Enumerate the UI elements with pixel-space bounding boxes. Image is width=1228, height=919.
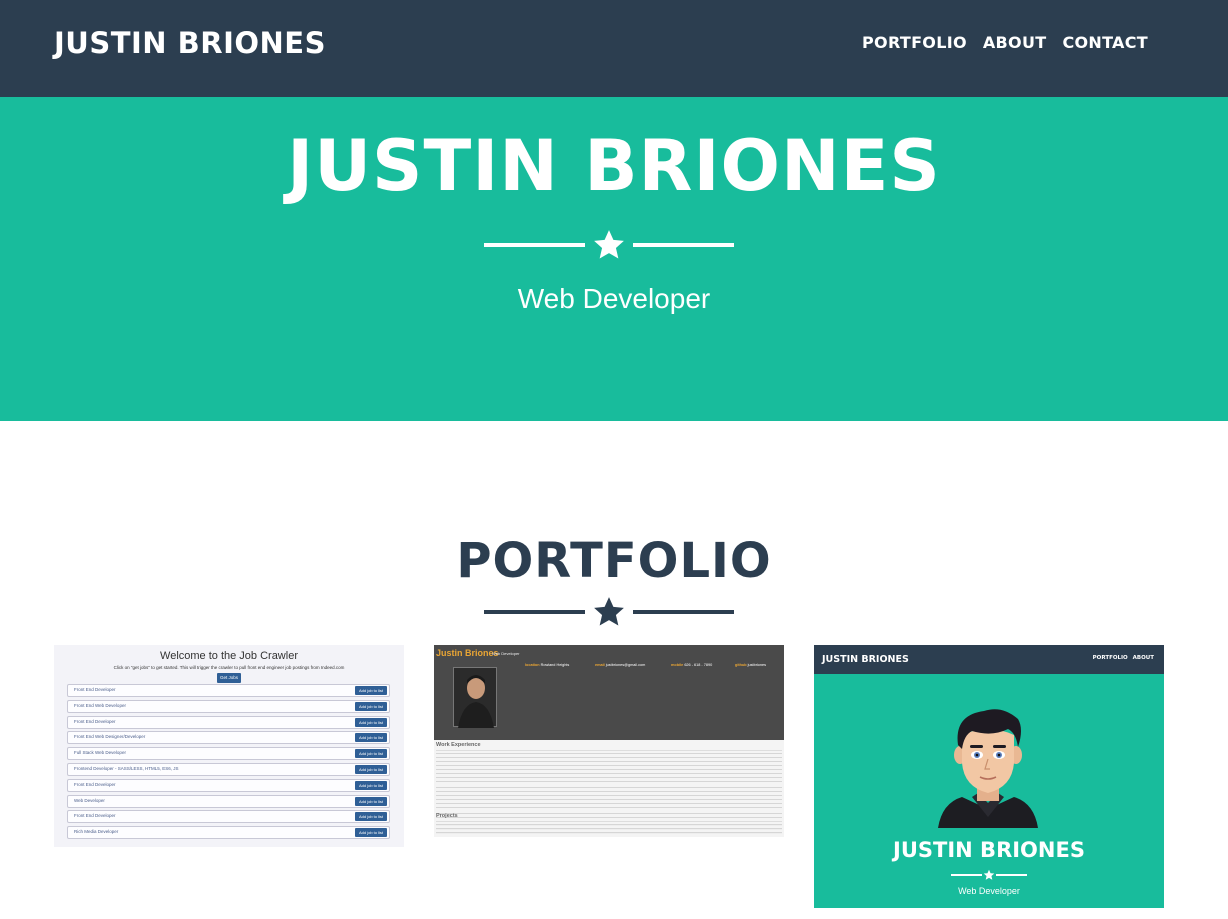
mini-site-subtitle: Web Developer <box>958 886 1020 896</box>
info-value: justbriones <box>747 663 767 667</box>
portfolio-item-job-crawler[interactable]: Welcome to the Job Crawler Click on "get… <box>54 645 404 847</box>
resume-projects-heading: Projects <box>436 813 458 819</box>
hero-star-divider <box>484 228 734 262</box>
portfolio-heading: PORTFOLIO <box>456 533 772 589</box>
divider-line-left <box>951 874 982 876</box>
portfolio-star-divider <box>484 595 734 629</box>
mini-site-brand: JUSTIN BRIONES <box>822 654 909 665</box>
resume-header: Justin Briones Web Developer location Ro… <box>434 645 784 740</box>
info-value: justbriones@gmail.com <box>605 663 646 667</box>
info-label: mobile <box>671 663 684 667</box>
job-list-item: Front End Developer Add job to list <box>67 684 390 697</box>
star-icon <box>594 597 624 626</box>
info-label: github <box>735 663 747 667</box>
resume-mobile: mobile 626 - 618 - 7890 <box>671 663 712 667</box>
portfolio-item-resume[interactable]: Justin Briones Web Developer location Ro… <box>434 645 784 837</box>
resume-role: Web Developer <box>492 651 520 656</box>
add-job-button: Add job to list <box>355 812 387 822</box>
add-job-button: Add job to list <box>355 686 387 695</box>
hero-section: JUSTIN BRIONES Web Developer <box>0 97 1228 421</box>
job-title: Frontend Developer - SASS/LESS, HTML5, E… <box>74 765 179 771</box>
job-title: Front End Developer <box>74 718 116 724</box>
job-title: Front End Developer <box>74 813 116 819</box>
avatar <box>938 709 1038 828</box>
add-job-button: Add job to list <box>355 701 387 711</box>
job-title: Front End Developer <box>74 687 116 692</box>
job-list: Front End Developer Add job to list Front… <box>67 684 390 842</box>
job-title: Front End Web Designer/Developer <box>74 734 146 740</box>
nav-link-portfolio[interactable]: PORTFOLIO <box>854 33 975 52</box>
job-title: Web Developer <box>74 797 105 803</box>
resume-name: Justin Briones <box>436 648 499 658</box>
add-job-button: Add job to list <box>355 764 387 774</box>
add-job-button: Add job to list <box>355 733 387 743</box>
brand-logo[interactable]: JUSTIN BRIONES <box>54 26 326 60</box>
job-list-item: Frontend Developer - SASS/LESS, HTML5, E… <box>67 762 390 776</box>
divider <box>436 821 782 822</box>
hero-title: JUSTIN BRIONES <box>287 125 941 207</box>
resume-location: location Rowland Heights <box>525 663 569 667</box>
job-title: Full Stack Web Developer <box>74 750 126 756</box>
mini-site-star-divider <box>951 869 1027 881</box>
divider-line-right <box>633 243 734 247</box>
job-title: Front End Web Developer <box>74 702 126 708</box>
job-title: Rich Media Developer <box>74 829 119 835</box>
main-nav: PORTFOLIO ABOUT CONTACT <box>854 33 1156 52</box>
divider-line-left <box>484 610 585 614</box>
job-list-item: Front End Developer Add job to list <box>67 715 390 729</box>
resume-project-entries <box>436 823 782 835</box>
job-list-item: Full Stack Web Developer Add job to list <box>67 747 390 761</box>
resume-email: email justbriones@gmail.com <box>595 663 645 667</box>
add-job-button: Add job to list <box>355 828 387 838</box>
nav-link-contact[interactable]: CONTACT <box>1054 33 1156 52</box>
divider <box>436 750 782 751</box>
mini-site-title: JUSTIN BRIONES <box>893 838 1085 862</box>
add-job-button: Add job to list <box>355 780 387 790</box>
add-job-button: Add job to list <box>355 749 387 759</box>
job-title: Front End Developer <box>74 781 116 787</box>
info-value: Rowland Heights <box>540 663 570 667</box>
hero-subtitle: Web Developer <box>517 283 711 314</box>
info-label: email <box>595 663 605 667</box>
add-job-button: Add job to list <box>355 796 387 806</box>
get-jobs-button: Get Jobs <box>217 673 241 683</box>
star-icon <box>594 230 624 259</box>
job-list-item: Front End Web Designer/Developer Add job … <box>67 731 390 745</box>
resume-github: github justbriones <box>735 663 766 667</box>
add-job-button: Add job to list <box>355 717 387 727</box>
info-label: location <box>525 663 540 667</box>
job-list-item: Front End Developer Add job to list <box>67 778 390 792</box>
divider-line-left <box>484 243 585 247</box>
job-list-item: Rich Media Developer Add job to list <box>67 826 390 840</box>
portfolio-item-personal-site[interactable]: JUSTIN BRIONES PORTFOLIO ABOUT JUSTIN BR… <box>814 645 1164 908</box>
info-value: 626 - 618 - 7890 <box>684 663 713 667</box>
resume-photo <box>453 667 497 728</box>
job-list-item: Front End Web Developer Add job to list <box>67 699 390 713</box>
divider-line-right <box>996 874 1027 876</box>
job-crawler-title: Welcome to the Job Crawler <box>160 650 298 662</box>
divider-line-right <box>633 610 734 614</box>
mini-site-navbar: JUSTIN BRIONES PORTFOLIO ABOUT <box>814 645 1164 674</box>
mini-site-nav-links: PORTFOLIO ABOUT <box>1092 655 1154 661</box>
job-crawler-description: Click on "get jobs" to get started. This… <box>113 665 345 670</box>
resume-work-heading: Work Experience <box>436 742 481 748</box>
nav-link-about[interactable]: ABOUT <box>975 33 1055 52</box>
job-list-item: Web Developer Add job to list <box>67 794 390 808</box>
star-icon <box>983 869 995 880</box>
top-navbar: JUSTIN BRIONES PORTFOLIO ABOUT CONTACT <box>0 0 1228 97</box>
job-list-item: Front End Developer Add job to list <box>67 810 390 824</box>
